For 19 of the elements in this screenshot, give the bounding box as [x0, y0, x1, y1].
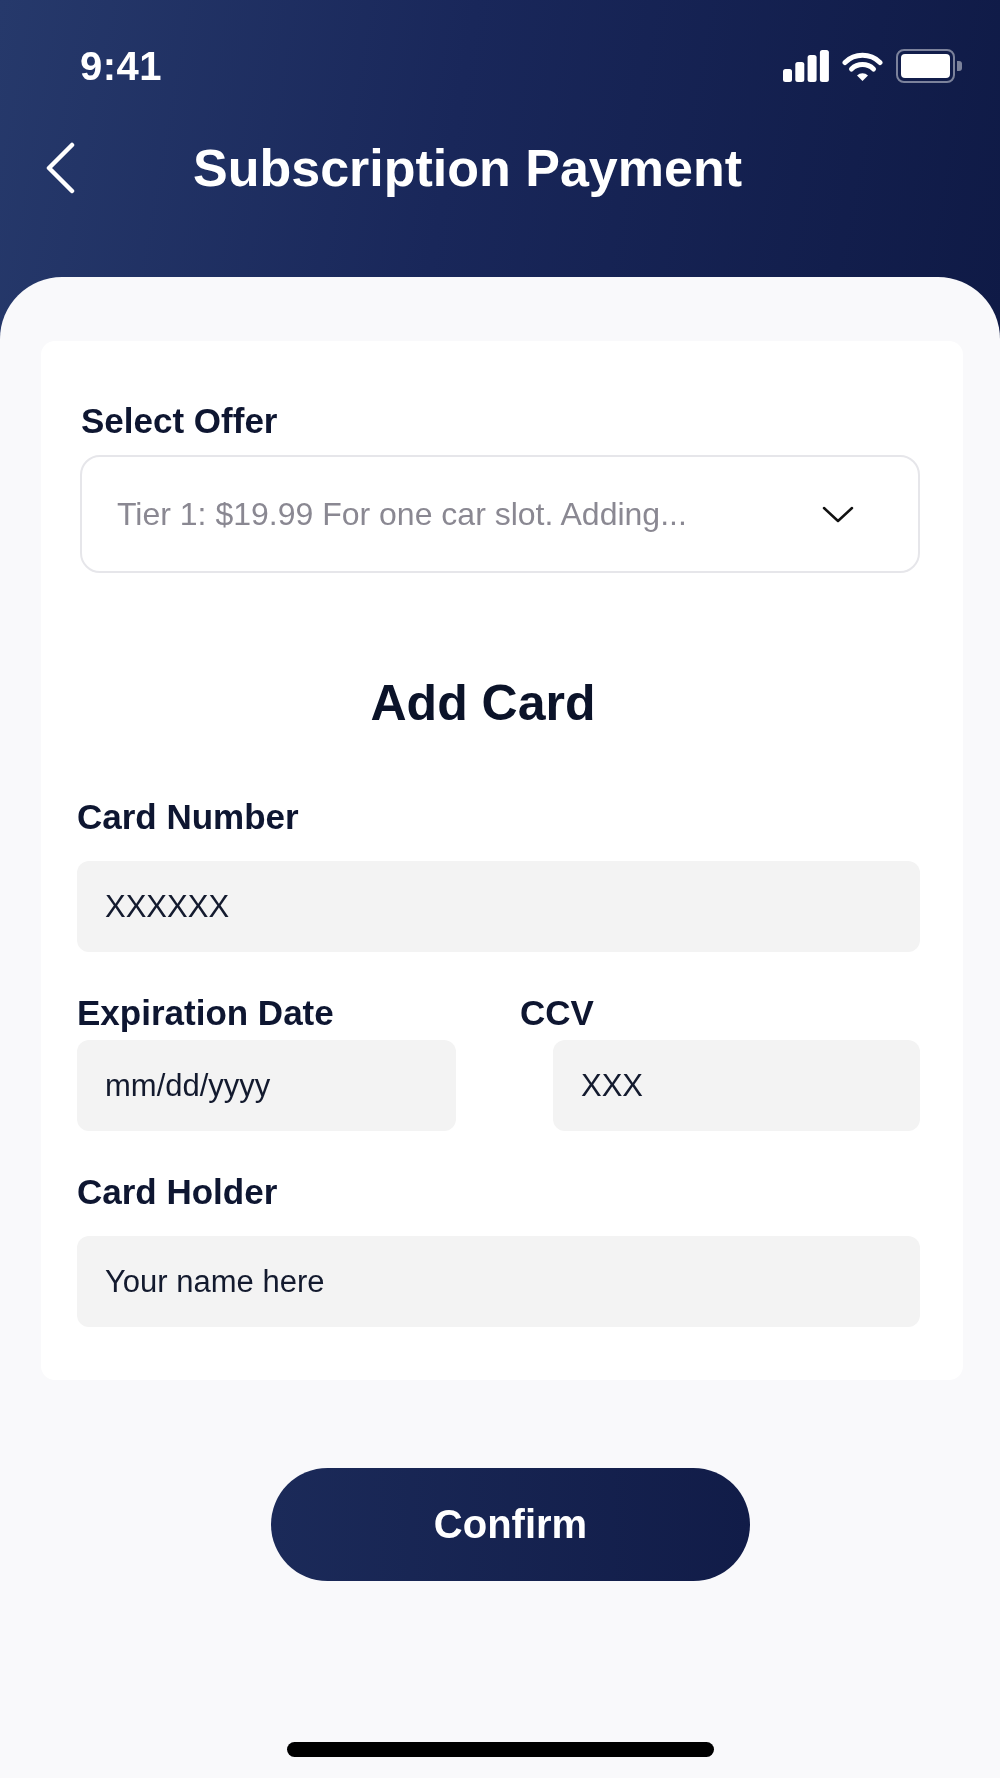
back-button[interactable]: [45, 142, 75, 194]
status-time: 9:41: [80, 43, 163, 89]
input-field[interactable]: Your name here: [77, 1236, 920, 1327]
section-heading: Add Card: [369, 675, 597, 731]
field-label: Card Number: [77, 798, 300, 836]
signal-icon: [783, 50, 829, 82]
field-label: Expiration Date: [77, 994, 335, 1032]
input-field[interactable]: XXX: [553, 1040, 920, 1131]
field-label: Select Offer: [81, 402, 279, 440]
battery-icon: [896, 49, 963, 83]
wifi-icon: [842, 50, 883, 82]
input-field[interactable]: XXXXXX: [77, 861, 920, 952]
chevron-left-icon: [45, 142, 75, 194]
field-label: Card Holder: [77, 1173, 279, 1211]
input-field[interactable]: mm/dd/yyyy: [77, 1040, 456, 1131]
page-title: Subscription Payment: [193, 138, 742, 198]
confirm-button[interactable]: Confirm: [271, 1468, 750, 1581]
chevron-down-icon: [822, 505, 854, 523]
field-label: CCV: [520, 994, 595, 1032]
